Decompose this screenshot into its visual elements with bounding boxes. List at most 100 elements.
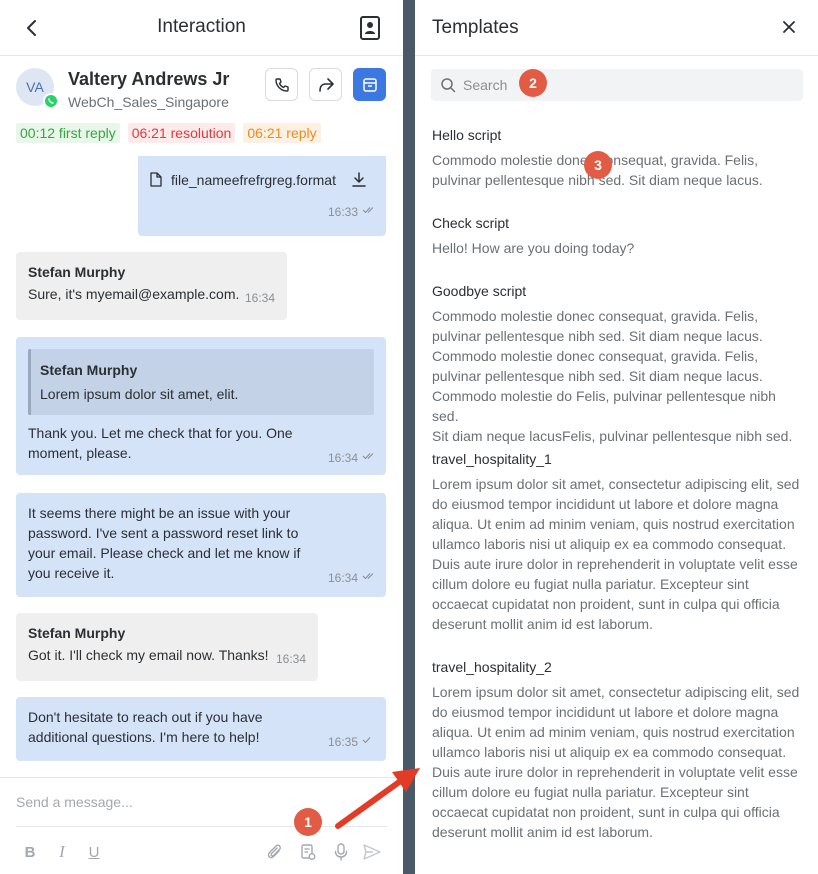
double-check-icon: [362, 453, 374, 460]
file-message: file_nameefrefrgreg.format 16:33: [138, 156, 386, 236]
message-text: Got it. I'll check my email now. Thanks!: [28, 647, 269, 663]
quote-text: Lorem ipsum dolor sit amet, elit.: [40, 386, 239, 402]
message-text-line: password. I've sent a password reset lin…: [28, 525, 299, 541]
forward-icon: [318, 77, 334, 92]
annotation-arrow: [335, 768, 420, 829]
template-line: deserunt mollit anim id est laborum.: [432, 616, 653, 632]
sla-tags: 00:12 first reply 06:21 resolution 06:21…: [16, 123, 321, 143]
template-line: Duis aute irure dolor in reprehenderit i…: [432, 556, 798, 572]
incoming-message: Stefan Murphy Got it. I'll check my emai…: [16, 613, 318, 681]
template-line: aliqua. Ut enim ad minim veniam, quis no…: [432, 724, 795, 740]
incoming-message: Stefan Murphy Sure, it's myemail@example…: [16, 252, 287, 320]
template-line: cillum dolore eu fugiat nulla pariatur. …: [432, 576, 749, 592]
template-body: Commodo molestie donec consequat, gravid…: [432, 306, 804, 446]
template-item[interactable]: travel_hospitality_2 Lorem ipsum dolor s…: [432, 658, 804, 842]
message-text-line: additional questions. I'm here to help!: [28, 729, 260, 745]
message-author: Stefan Murphy: [28, 625, 126, 641]
send-button[interactable]: [361, 841, 383, 863]
interaction-header: Interaction: [0, 0, 403, 56]
message-text-line: you receive it.: [28, 565, 115, 581]
template-body: Commodo molestie donec consequat, gravid…: [432, 150, 804, 190]
template-line: cillum dolore eu fugiat nulla pariatur. …: [432, 784, 749, 800]
annotation-marker-1: 1: [294, 808, 322, 836]
double-check-icon: [362, 207, 374, 214]
underline-button[interactable]: U: [83, 841, 105, 863]
message-input[interactable]: Send a message...: [16, 794, 133, 810]
forward-button[interactable]: [309, 68, 342, 101]
italic-button[interactable]: I: [51, 841, 73, 863]
template-icon: [301, 844, 316, 860]
template-name: travel_hospitality_1: [432, 451, 552, 467]
template-line: Lorem ipsum dolor sit amet, consectetur …: [432, 476, 800, 492]
templates-button[interactable]: [297, 841, 319, 863]
check-icon: [362, 737, 371, 744]
search-input[interactable]: [463, 69, 793, 101]
template-line: pulvinar pellentesque nibh sed. Sit diam…: [432, 328, 763, 344]
template-line: Commodo molestie donec consequat, gravid…: [432, 308, 759, 324]
contact-card-icon[interactable]: [359, 15, 381, 41]
quoted-message[interactable]: Stefan Murphy Lorem ipsum dolor sit amet…: [28, 349, 374, 415]
close-icon[interactable]: [782, 20, 796, 34]
file-icon: [150, 172, 162, 187]
template-item[interactable]: Check script Hello! How are you doing to…: [432, 214, 804, 258]
file-name[interactable]: file_nameefrefrgreg.format: [171, 170, 336, 190]
template-name: travel_hospitality_2: [432, 659, 552, 675]
templates-panel: Templates Hello script Commodo molestie …: [415, 0, 818, 874]
template-line: deserunt mollit anim id est laborum.: [432, 824, 653, 840]
message-time: 16:34: [245, 291, 276, 305]
template-line: ullamco laboris nisi ut aliquip ex ea co…: [432, 744, 787, 760]
attach-icon: [267, 844, 281, 859]
double-check-icon: [362, 573, 374, 580]
message-text: Sure, it's myemail@example.com.: [28, 286, 240, 302]
template-line: aliqua. Ut enim ad minim veniam, quis no…: [432, 516, 795, 532]
template-item[interactable]: Goodbye script Commodo molestie donec co…: [432, 282, 804, 446]
contact-name: Valtery Andrews Jr: [68, 69, 230, 89]
phone-icon: [274, 77, 289, 92]
message-list[interactable]: file_nameefrefrgreg.format 16:33 Stefan …: [0, 156, 403, 776]
template-line: Commodo molestie donec consequat, gravid…: [432, 152, 759, 168]
template-body: Lorem ipsum dolor sit amet, consectetur …: [432, 474, 804, 634]
template-line: pulvinar pellentesque nibh sed. Sit diam…: [432, 172, 763, 188]
template-line: ullamco laboris nisi ut aliquip ex ea co…: [432, 536, 787, 552]
search-icon: [441, 78, 456, 93]
message-time: 16:35: [328, 735, 359, 749]
annotation-marker-2: 2: [519, 69, 547, 97]
message-text-line: It seems there might be an issue with yo…: [28, 505, 291, 521]
template-line: do eiusmod tempor incididunt ut labore e…: [432, 496, 779, 512]
interaction-panel: Interaction VA Valtery Andrews Jr WebCh_…: [0, 0, 403, 874]
message-time: 16:34: [328, 571, 359, 585]
panel-title: Templates: [432, 17, 519, 38]
template-name: Hello script: [432, 127, 502, 143]
template-item[interactable]: Hello script Commodo molestie donec cons…: [432, 126, 804, 190]
template-line: Lorem ipsum dolor sit amet, consectetur …: [432, 684, 800, 700]
template-name: Check script: [432, 215, 510, 231]
message-time: 16:34: [276, 652, 307, 666]
message-time: 16:33: [328, 205, 359, 219]
page-title: Interaction: [157, 16, 246, 37]
template-line: Commodo molestie donec consequat, gravid…: [432, 348, 759, 364]
contact-channel: WebCh_Sales_Singapore: [68, 94, 229, 110]
outgoing-message: It seems there might be an issue with yo…: [16, 493, 386, 597]
bold-button[interactable]: B: [19, 841, 41, 863]
template-line: Commodo molestie do Felis, pulvinar pell…: [432, 388, 776, 424]
mic-icon: [334, 843, 348, 861]
whatsapp-icon: [43, 93, 59, 109]
template-line: occaecat cupidatat non proident, sunt in…: [432, 596, 780, 612]
template-name: Goodbye script: [432, 283, 527, 299]
message-text-line: moment, please.: [28, 445, 132, 461]
archive-icon: [362, 77, 377, 92]
template-line: Sit diam neque lacusFelis, pulvinar pell…: [432, 428, 793, 444]
message-author: Stefan Murphy: [28, 264, 126, 280]
call-button[interactable]: [265, 68, 298, 101]
download-icon[interactable]: [352, 172, 366, 188]
resolution-tag: 06:21 resolution: [127, 123, 236, 143]
outgoing-message: Don't hesitate to reach out if you have …: [16, 697, 386, 761]
voice-button[interactable]: [330, 841, 352, 863]
template-item[interactable]: travel_hospitality_1 Lorem ipsum dolor s…: [432, 450, 804, 634]
quote-author: Stefan Murphy: [40, 362, 138, 378]
attach-button[interactable]: [264, 841, 286, 863]
archive-button[interactable]: [353, 68, 386, 101]
template-line: pulvinar pellentesque nibh sed. Sit diam…: [432, 368, 763, 384]
contact-info: VA Valtery Andrews Jr WebCh_Sales_Singap…: [0, 57, 403, 117]
template-search: [431, 69, 803, 101]
